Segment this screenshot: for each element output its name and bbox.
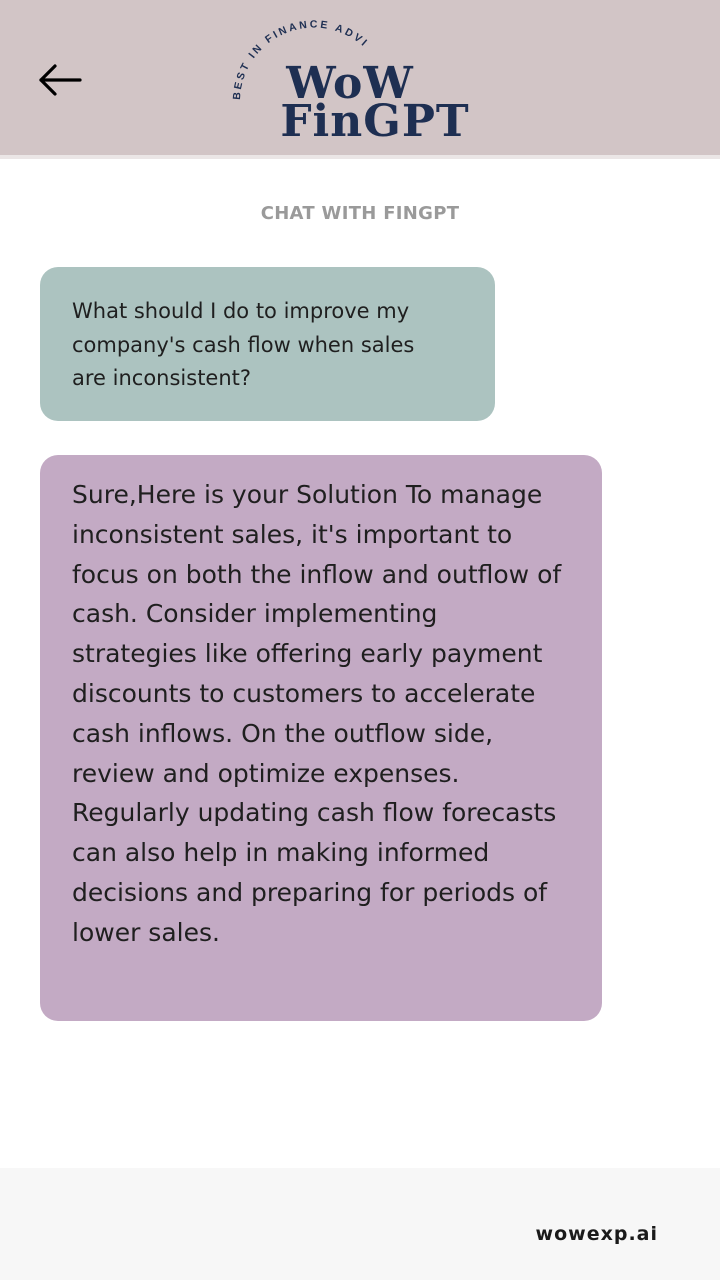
brand-logo: BEST IN FINANCE ADVISORY WoW FinGPT <box>220 0 480 155</box>
assistant-message-bubble: Sure,Here is your Solution To manage inc… <box>40 455 602 1021</box>
arrow-left-icon <box>39 64 82 96</box>
footer-brand-link[interactable]: wowexp.ai <box>536 1223 658 1245</box>
chat-screen: BEST IN FINANCE ADVISORY WoW FinGPT CHAT… <box>0 0 720 1280</box>
user-message-bubble: What should I do to improve my company's… <box>40 267 495 421</box>
header-divider <box>0 155 720 159</box>
footer: wowexp.ai <box>0 1168 720 1280</box>
user-message-text: What should I do to improve my company's… <box>72 299 415 390</box>
app-header: BEST IN FINANCE ADVISORY WoW FinGPT <box>0 0 720 155</box>
back-button[interactable] <box>30 52 90 108</box>
logo-wordmark-fingpt: FinGPT <box>280 96 470 147</box>
chat-title: CHAT WITH FINGPT <box>260 203 460 224</box>
assistant-message-text: Sure,Here is your Solution To manage inc… <box>72 480 562 947</box>
